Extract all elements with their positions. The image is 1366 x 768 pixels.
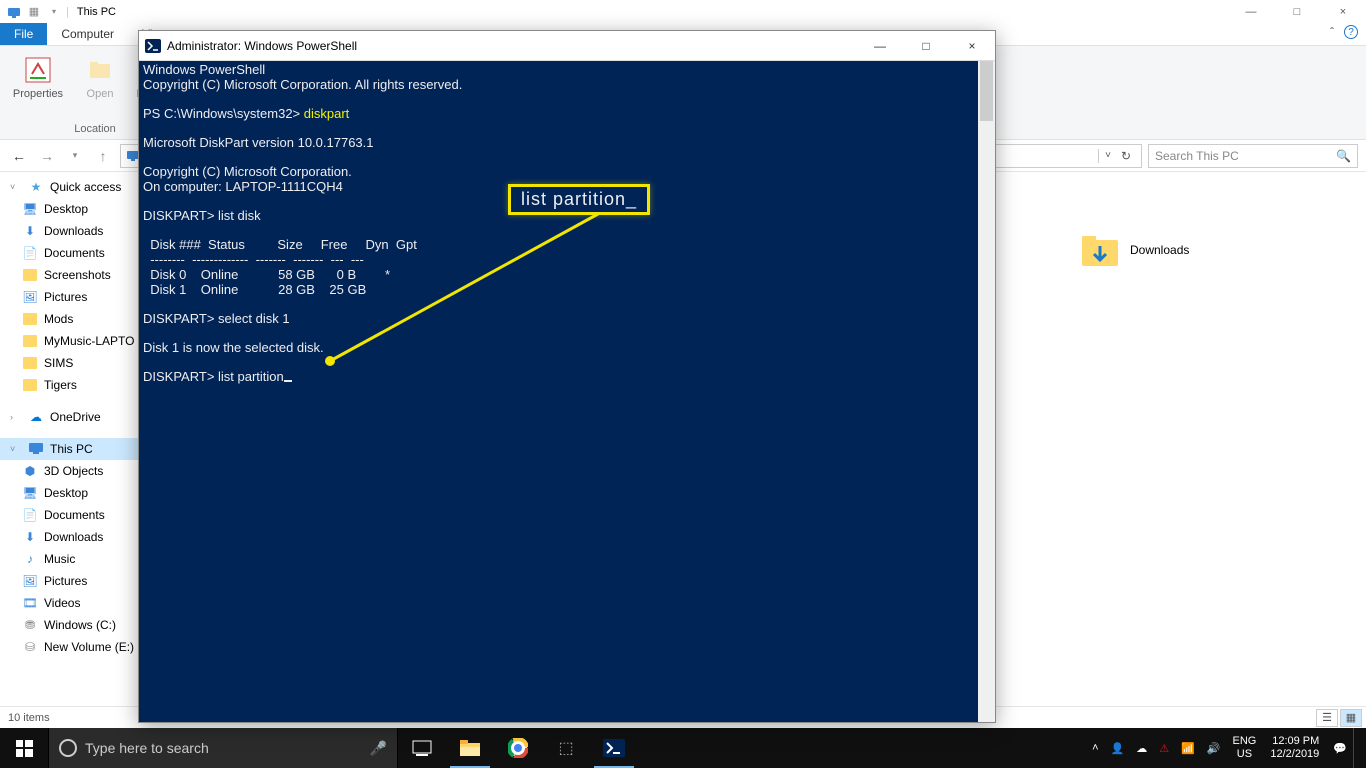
terminal-cursor — [284, 380, 292, 382]
powershell-title-text: Administrator: Windows PowerShell — [167, 39, 357, 53]
qat-properties-icon[interactable]: ▦ — [26, 4, 42, 20]
explorer-minimize-button[interactable]: — — [1228, 0, 1274, 23]
qat-dropdown-icon[interactable]: ▾ — [46, 4, 62, 20]
search-icon: 🔍 — [1336, 149, 1351, 163]
callout-highlight: list partition_ — [508, 184, 650, 215]
ps-maximize-button[interactable]: □ — [903, 31, 949, 61]
help-icon[interactable]: ? — [1344, 25, 1358, 39]
taskbar-chrome-icon[interactable] — [494, 728, 542, 768]
ps-scrollbar[interactable] — [978, 61, 995, 722]
explorer-close-button[interactable]: × — [1320, 0, 1366, 23]
tray-volume-icon[interactable]: 🔊 — [1201, 728, 1227, 768]
tab-computer[interactable]: Computer — [47, 23, 128, 45]
view-details-button[interactable]: ☰ — [1316, 709, 1338, 727]
taskbar-app-icon[interactable]: ⬚ — [542, 728, 590, 768]
powershell-icon — [139, 39, 167, 53]
taskbar-powershell-icon[interactable] — [590, 728, 638, 768]
tray-onedrive-icon[interactable]: ☁ — [1130, 728, 1153, 768]
ps-scrollbar-thumb[interactable] — [980, 61, 993, 121]
task-view-button[interactable] — [398, 728, 446, 768]
taskbar-explorer-icon[interactable] — [446, 728, 494, 768]
start-button[interactable] — [0, 728, 48, 768]
tray-network-icon[interactable]: 📶 — [1175, 728, 1201, 768]
ribbon-group-label: Location — [74, 123, 116, 137]
tray-overflow-icon[interactable]: ˄ — [1086, 728, 1104, 768]
cortana-icon — [59, 739, 77, 757]
powershell-terminal[interactable]: Windows PowerShell Copyright (C) Microso… — [139, 61, 995, 722]
view-icons-button[interactable]: ▦ — [1340, 709, 1362, 727]
ps-minimize-button[interactable]: — — [857, 31, 903, 61]
mic-icon[interactable]: 🎤 — [370, 740, 387, 757]
ribbon-collapse-icon[interactable]: ˆ — [1330, 25, 1334, 39]
tray-language[interactable]: ENGUS — [1227, 735, 1263, 761]
item-count: 10 items — [8, 712, 50, 724]
explorer-maximize-button[interactable]: □ — [1274, 0, 1320, 23]
downloads-folder-icon — [1080, 232, 1120, 268]
show-desktop-button[interactable] — [1353, 728, 1366, 768]
properties-button[interactable]: Properties — [8, 50, 68, 100]
powershell-titlebar[interactable]: Administrator: Windows PowerShell — □ × — [139, 31, 995, 61]
folder-downloads[interactable]: Downloads — [1080, 232, 1346, 268]
taskbar-search-input[interactable]: Type here to search 🎤 — [48, 728, 398, 768]
tab-file[interactable]: File — [0, 23, 47, 45]
terminal-output: Windows PowerShell Copyright (C) Microso… — [143, 63, 991, 385]
powershell-window: Administrator: Windows PowerShell — □ × … — [138, 30, 996, 723]
back-button[interactable]: ← — [8, 145, 30, 167]
system-tray: ˄ 👤 ☁ ⚠ 📶 🔊 ENGUS 12:09 PM12/2/2019 💬 — [1086, 728, 1366, 768]
system-menu-icon[interactable] — [6, 4, 22, 20]
search-input[interactable]: Search This PC 🔍 — [1148, 144, 1358, 168]
tray-security-icon[interactable]: ⚠ — [1153, 728, 1175, 768]
tray-clock[interactable]: 12:09 PM12/2/2019 — [1262, 735, 1327, 761]
address-dropdown-icon[interactable]: ˅ — [1105, 150, 1121, 161]
forward-button[interactable]: → — [36, 145, 58, 167]
refresh-button[interactable]: ↻ — [1121, 149, 1131, 163]
tray-notifications-icon[interactable]: 💬 — [1327, 728, 1353, 768]
recent-dropdown-icon[interactable]: ▾ — [64, 145, 86, 167]
up-button[interactable]: ↑ — [92, 145, 114, 167]
open-button[interactable]: Open — [70, 50, 130, 100]
taskbar: Type here to search 🎤 ⬚ ˄ 👤 ☁ ⚠ 📶 🔊 ENGU… — [0, 728, 1366, 768]
explorer-title-text: This PC — [73, 6, 116, 18]
explorer-titlebar: ▦ ▾ | This PC — □ × — [0, 0, 1366, 23]
ps-close-button[interactable]: × — [949, 31, 995, 61]
tray-people-icon[interactable]: 👤 — [1105, 728, 1131, 768]
